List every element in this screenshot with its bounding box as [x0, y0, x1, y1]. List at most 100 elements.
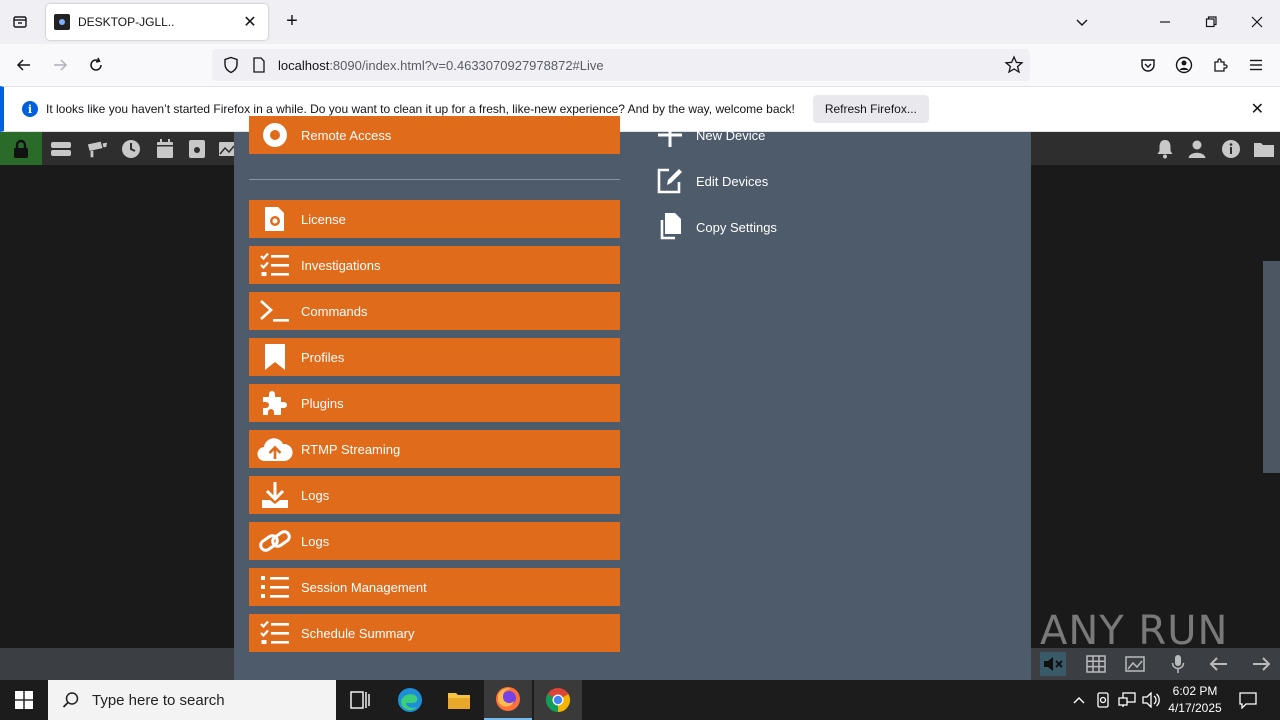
- calendar-icon[interactable]: [154, 138, 176, 160]
- menu-button-session-management[interactable]: Session Management: [249, 568, 620, 606]
- firefox-icon[interactable]: [484, 680, 532, 720]
- menu-button-schedule-summary[interactable]: Schedule Summary: [249, 614, 620, 652]
- taskbar-search-box[interactable]: Type here to search: [48, 680, 336, 720]
- browser-tab-bar: DESKTOP-JGLL.. ✕ +: [0, 0, 1280, 44]
- copy-icon: [654, 211, 686, 243]
- task-view-icon[interactable]: [336, 680, 384, 720]
- remote-access-icon: [249, 116, 301, 154]
- license-icon: [249, 200, 301, 238]
- menu-button-plugins[interactable]: Plugins: [249, 384, 620, 422]
- tab-favicon-icon: [54, 14, 70, 30]
- tab-list-icon[interactable]: [8, 10, 32, 34]
- forward-icon[interactable]: [47, 53, 73, 77]
- menu-button-label: Plugins: [301, 395, 344, 411]
- tracking-shield-icon[interactable]: [222, 56, 240, 74]
- page-info-icon[interactable]: [252, 57, 266, 73]
- menu-button-logs-link[interactable]: Logs: [249, 522, 620, 560]
- menu-button-label: Schedule Summary: [301, 625, 415, 641]
- menu-button-remote-access[interactable]: Remote Access: [249, 116, 620, 154]
- search-placeholder: Type here to search: [92, 691, 225, 709]
- left-panel: [0, 165, 234, 648]
- checklist-icon: [249, 246, 301, 284]
- terminal-icon: [249, 292, 301, 330]
- menu-button-label: Logs: [301, 533, 330, 549]
- edit-devices-label: Edit Devices: [696, 173, 769, 189]
- menu-button-label: RTMP Streaming: [301, 441, 401, 457]
- link-icon: [249, 522, 301, 560]
- list-icon: [249, 568, 301, 606]
- url-path: :8090/index.html?v=0.4633070927978872#Li…: [329, 57, 604, 73]
- plus-icon: [654, 119, 686, 151]
- reload-icon[interactable]: [83, 53, 109, 77]
- tab-title: DESKTOP-JGLL..: [78, 15, 175, 29]
- grid-icon[interactable]: [1083, 652, 1109, 676]
- device-icon[interactable]: [1093, 680, 1113, 720]
- close-window-icon[interactable]: [1245, 10, 1269, 34]
- menu-button-commands[interactable]: Commands: [249, 292, 620, 330]
- edge-browser-icon[interactable]: [386, 680, 434, 720]
- notification-message: It looks like you haven’t started Firefo…: [46, 102, 795, 116]
- info-circle-icon[interactable]: [1220, 138, 1242, 160]
- copy-settings-action[interactable]: Copy Settings: [654, 211, 777, 243]
- scrollbar-thumb[interactable]: [1263, 261, 1280, 473]
- volume-icon[interactable]: [1140, 680, 1162, 720]
- browser-tab[interactable]: DESKTOP-JGLL.. ✕: [46, 4, 268, 40]
- address-bar[interactable]: localhost:8090/index.html?v=0.4633070927…: [212, 49, 1030, 81]
- tray-overflow-icon[interactable]: [1068, 680, 1090, 720]
- clock-icon[interactable]: [120, 138, 142, 160]
- taskbar-clock[interactable]: 6:02 PM 4/17/2025: [1160, 683, 1230, 717]
- picture-icon[interactable]: [1122, 652, 1148, 676]
- arrow-left-icon[interactable]: [1206, 652, 1232, 676]
- bell-icon[interactable]: [1154, 138, 1176, 160]
- file-explorer-icon[interactable]: [435, 680, 483, 720]
- folder-icon[interactable]: [1253, 138, 1275, 160]
- right-panel: [1030, 165, 1280, 648]
- arrow-right-icon[interactable]: [1248, 652, 1274, 676]
- tab-close-icon[interactable]: ✕: [240, 12, 260, 32]
- minimize-icon[interactable]: [1153, 10, 1177, 34]
- restore-icon[interactable]: [1199, 10, 1223, 34]
- windows-start-icon[interactable]: [0, 680, 48, 720]
- back-icon[interactable]: [11, 53, 37, 77]
- menu-button-investigations[interactable]: Investigations: [249, 246, 620, 284]
- new-device-action[interactable]: New Device: [654, 119, 765, 151]
- lock-icon[interactable]: [0, 132, 42, 165]
- menu-button-rtmp-streaming[interactable]: RTMP Streaming: [249, 430, 620, 468]
- recordings-icon[interactable]: [186, 138, 208, 160]
- checklist-icon: [249, 614, 301, 652]
- bookmark-icon: [249, 338, 301, 376]
- bookmark-star-icon[interactable]: [1004, 55, 1024, 75]
- extensions-icon[interactable]: [1210, 55, 1230, 75]
- cloud-upload-icon: [249, 430, 301, 468]
- menu-hamburger-icon[interactable]: [1246, 55, 1266, 75]
- menu-button-label: Commands: [301, 303, 368, 319]
- server-icon[interactable]: [50, 138, 72, 160]
- list-all-tabs-icon[interactable]: [1070, 10, 1094, 34]
- edit-icon: [654, 165, 686, 197]
- anyrun-watermark: ANY RUN: [1040, 608, 1229, 654]
- notification-close-icon[interactable]: ✕: [1251, 99, 1264, 119]
- refresh-firefox-button[interactable]: Refresh Firefox...: [812, 95, 929, 123]
- mute-icon[interactable]: [1040, 652, 1066, 676]
- edit-devices-action[interactable]: Edit Devices: [654, 165, 768, 197]
- url-text[interactable]: localhost:8090/index.html?v=0.4633070927…: [278, 58, 604, 73]
- network-icon[interactable]: [1116, 680, 1138, 720]
- info-icon: i: [22, 101, 38, 117]
- new-tab-icon[interactable]: +: [280, 10, 304, 34]
- search-icon: [62, 692, 79, 708]
- navigation-toolbar: localhost:8090/index.html?v=0.4633070927…: [0, 44, 1280, 86]
- menu-divider: [249, 179, 620, 180]
- chrome-icon[interactable]: [534, 680, 582, 720]
- microphone-icon[interactable]: [1165, 652, 1191, 676]
- camera-icon[interactable]: [86, 138, 108, 160]
- account-icon[interactable]: [1174, 55, 1194, 75]
- menu-button-label: License: [301, 211, 346, 227]
- pocket-icon[interactable]: [1138, 55, 1158, 75]
- copy-settings-label: Copy Settings: [696, 219, 777, 235]
- puzzle-icon: [249, 384, 301, 422]
- notifications-icon[interactable]: [1236, 680, 1260, 720]
- menu-button-license[interactable]: License: [249, 200, 620, 238]
- menu-button-profiles[interactable]: Profiles: [249, 338, 620, 376]
- user-icon[interactable]: [1186, 138, 1208, 160]
- menu-button-logs-download[interactable]: Logs: [249, 476, 620, 514]
